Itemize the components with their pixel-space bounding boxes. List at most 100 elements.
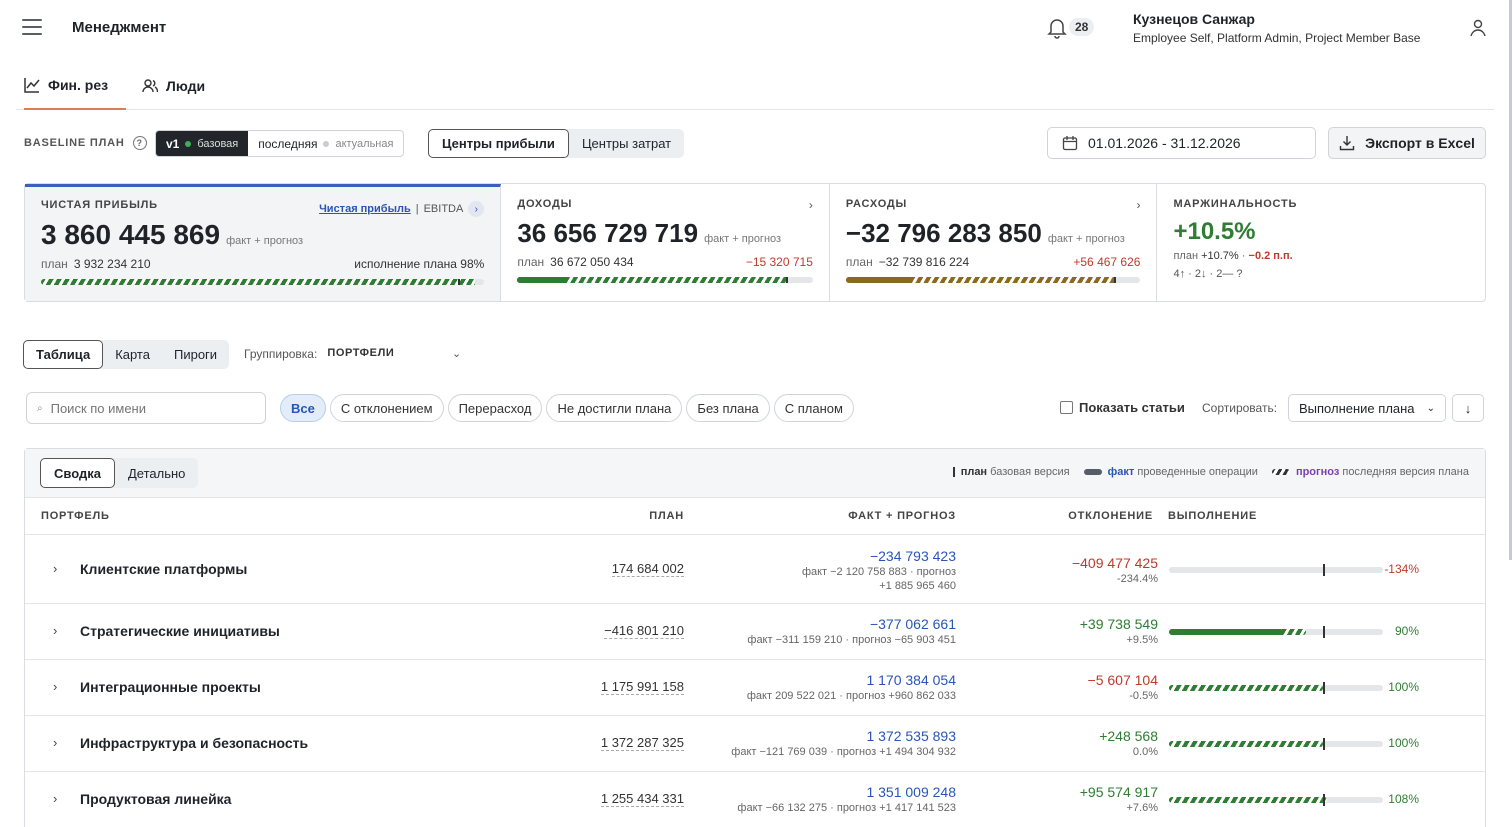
- progress-fill: [41, 279, 476, 285]
- menu-icon[interactable]: [22, 19, 42, 35]
- grouping-label: Группировка:: [244, 347, 318, 361]
- table-row[interactable]: › Стратегические инициативы −416 801 210…: [25, 604, 1485, 660]
- net-profit-link[interactable]: Чистая прибыль: [319, 203, 411, 215]
- table-row[interactable]: › Клиентские платформы 174 684 002 −234 …: [25, 535, 1485, 604]
- tab-fin-results[interactable]: Фин. рез: [24, 62, 126, 110]
- fact-forecast-cell: −234 793 423 факт −2 120 758 883 · прогн…: [802, 548, 956, 592]
- table-row[interactable]: › Инфраструктура и безопасность 1 372 28…: [25, 716, 1485, 772]
- fact-forecast-value: −234 793 423: [869, 548, 956, 564]
- kpi-income[interactable]: ДОХОДЫ › 36 656 729 719 факт + прогноз пл…: [501, 184, 830, 301]
- kpi-value-number: 3 860 445 869: [41, 219, 221, 250]
- search-input[interactable]: [50, 400, 251, 416]
- filter-chips: Все С отклонением Перерасход Не достигли…: [280, 394, 854, 422]
- expand-chevron-icon[interactable]: ›: [53, 735, 57, 750]
- filter-with-plan[interactable]: С планом: [773, 394, 854, 422]
- execution-fill: [1169, 741, 1324, 747]
- date-range-picker[interactable]: 01.01.2026 - 31.12.2026: [1047, 127, 1316, 159]
- plan-marker: [1323, 682, 1326, 694]
- chevron-right-icon[interactable]: ›: [809, 198, 813, 212]
- baseline-v1-option[interactable]: v1 базовая: [156, 131, 249, 156]
- view-map-button[interactable]: Карта: [103, 340, 162, 369]
- search-field[interactable]: ⌕: [26, 392, 266, 424]
- fact-forecast-cell: 1 351 009 248 факт −66 132 275 · прогноз…: [737, 784, 956, 814]
- deviation-value: +248 568: [1099, 728, 1158, 744]
- chevron-right-icon[interactable]: ›: [1136, 198, 1140, 212]
- kpi-net-profit[interactable]: ЧИСТАЯ ПРИБЫЛЬ Чистая прибыль | EBITDA ›…: [25, 184, 502, 301]
- expand-chevron-icon[interactable]: ›: [53, 679, 57, 694]
- view-toggle: Таблица Карта Пироги: [23, 340, 230, 369]
- kpi-expenses[interactable]: РАСХОДЫ › −32 796 283 850 факт + прогноз …: [830, 184, 1158, 301]
- kpi-margin[interactable]: МАРЖИНАЛЬНОСТЬ +10.5% план +10.7% · −0.2…: [1157, 184, 1485, 301]
- kpi-value: 36 656 729 719 факт + прогноз: [517, 218, 813, 249]
- show-items-toggle[interactable]: Показать статьи: [1060, 400, 1185, 415]
- bell-icon[interactable]: [1047, 17, 1067, 39]
- plan-value: 3 932 234 210: [73, 257, 151, 271]
- calendar-icon: [1062, 136, 1078, 151]
- portfolio-name: Стратегические инициативы: [80, 623, 280, 639]
- expand-chevron-icon[interactable]: ›: [53, 791, 57, 806]
- table-row[interactable]: › Продуктовая линейка 1 255 434 331 1 35…: [25, 772, 1485, 827]
- filter-with-deviation[interactable]: С отклонением: [329, 394, 444, 422]
- execution-percent: 108%: [1388, 792, 1419, 806]
- kpi-value: −32 796 283 850 факт + прогноз: [846, 218, 1141, 249]
- ebitda-link[interactable]: EBITDA: [424, 203, 464, 215]
- help-icon[interactable]: ?: [132, 136, 147, 150]
- detail-tab[interactable]: Детально: [115, 458, 198, 488]
- view-table-button[interactable]: Таблица: [23, 340, 104, 369]
- notification-count-badge[interactable]: 28: [1069, 18, 1095, 36]
- filter-plan-not-reached[interactable]: Не достигли плана: [546, 394, 683, 422]
- col-deviation[interactable]: ОТКЛОНЕНИЕ: [1068, 510, 1153, 522]
- tab-label: Люди: [166, 78, 206, 94]
- view-pies-button[interactable]: Пироги: [162, 340, 229, 369]
- kpi-progress-bar: [845, 277, 1141, 283]
- kpi-deviation: +56 467 626: [1073, 255, 1141, 269]
- kpi-value-note: факт + прогноз: [1047, 233, 1125, 245]
- col-plan[interactable]: ПЛАН: [649, 510, 684, 522]
- deviation-value: +39 738 549: [1079, 616, 1158, 632]
- plan-marker: [1323, 564, 1326, 576]
- last-label: последняя: [258, 136, 318, 151]
- kpi-value-note: факт + прогноз: [704, 233, 782, 245]
- execution-bar: [1169, 626, 1383, 638]
- forecast-breakdown: +1 885 965 460: [879, 580, 956, 592]
- profit-centers-button[interactable]: Центры прибыли: [428, 129, 569, 158]
- filter-all[interactable]: Все: [280, 394, 326, 422]
- plan-value: −32 739 816 224: [878, 255, 970, 269]
- execution-fill: [1169, 685, 1324, 691]
- sort-select[interactable]: Выполнение плана ⌄: [1288, 394, 1446, 422]
- sort-direction-button[interactable]: ↓: [1452, 394, 1484, 422]
- summary-tab[interactable]: Сводка: [40, 458, 115, 488]
- fact-forecast-value: −377 062 661: [869, 616, 956, 632]
- plan-marker: [1113, 277, 1116, 283]
- expand-chevron-icon[interactable]: ›: [53, 623, 57, 638]
- col-fact-forecast[interactable]: ФАКТ + ПРОГНОЗ: [848, 510, 956, 522]
- legend-plan: план базовая версия: [952, 466, 1070, 478]
- show-items-checkbox[interactable]: [1060, 401, 1073, 414]
- cost-centers-button[interactable]: Центры затрат: [569, 129, 684, 158]
- col-portfolio[interactable]: ПОРТФЕЛЬ: [41, 510, 110, 522]
- baseline-last-option[interactable]: последняя актуальная: [248, 131, 403, 156]
- baseline-label-text: BASELINE ПЛАН: [24, 137, 125, 149]
- filter-overspend[interactable]: Перерасход: [447, 394, 543, 422]
- export-excel-button[interactable]: Экспорт в Excel: [1328, 127, 1486, 159]
- link-separator: |: [415, 203, 419, 215]
- deviation-percent: +9.5%: [1126, 634, 1159, 646]
- chevron-right-icon[interactable]: ›: [468, 201, 485, 217]
- plan-label: план: [845, 255, 873, 269]
- user-icon[interactable]: [1470, 19, 1486, 37]
- table-row[interactable]: › Интеграционные проекты 1 175 991 158 1…: [25, 660, 1485, 716]
- execution-percent: 100%: [1388, 736, 1419, 750]
- plan-value: 1 175 991 158: [600, 679, 684, 695]
- kpi-deviation: −15 320 715: [745, 255, 813, 269]
- kpi-title: МАРЖИНАЛЬНОСТЬ: [1173, 198, 1298, 210]
- chevron-down-icon[interactable]: ⌄: [452, 347, 461, 360]
- portfolio-name: Продуктовая линейка: [80, 791, 232, 807]
- fact-forecast-breakdown: факт −121 769 039 · прогноз +1 494 304 9…: [731, 746, 956, 758]
- plan-marker: [1323, 738, 1326, 750]
- expand-chevron-icon[interactable]: ›: [53, 561, 57, 576]
- tab-people[interactable]: Люди: [142, 62, 205, 110]
- legend: план базовая версия факт проведенные опе…: [952, 466, 1469, 478]
- filter-no-plan[interactable]: Без плана: [686, 394, 770, 422]
- col-execution[interactable]: ВЫПОЛНЕНИЕ: [1168, 510, 1257, 522]
- grouping-selector[interactable]: Группировка: ПОРТФЕЛИ: [244, 347, 394, 361]
